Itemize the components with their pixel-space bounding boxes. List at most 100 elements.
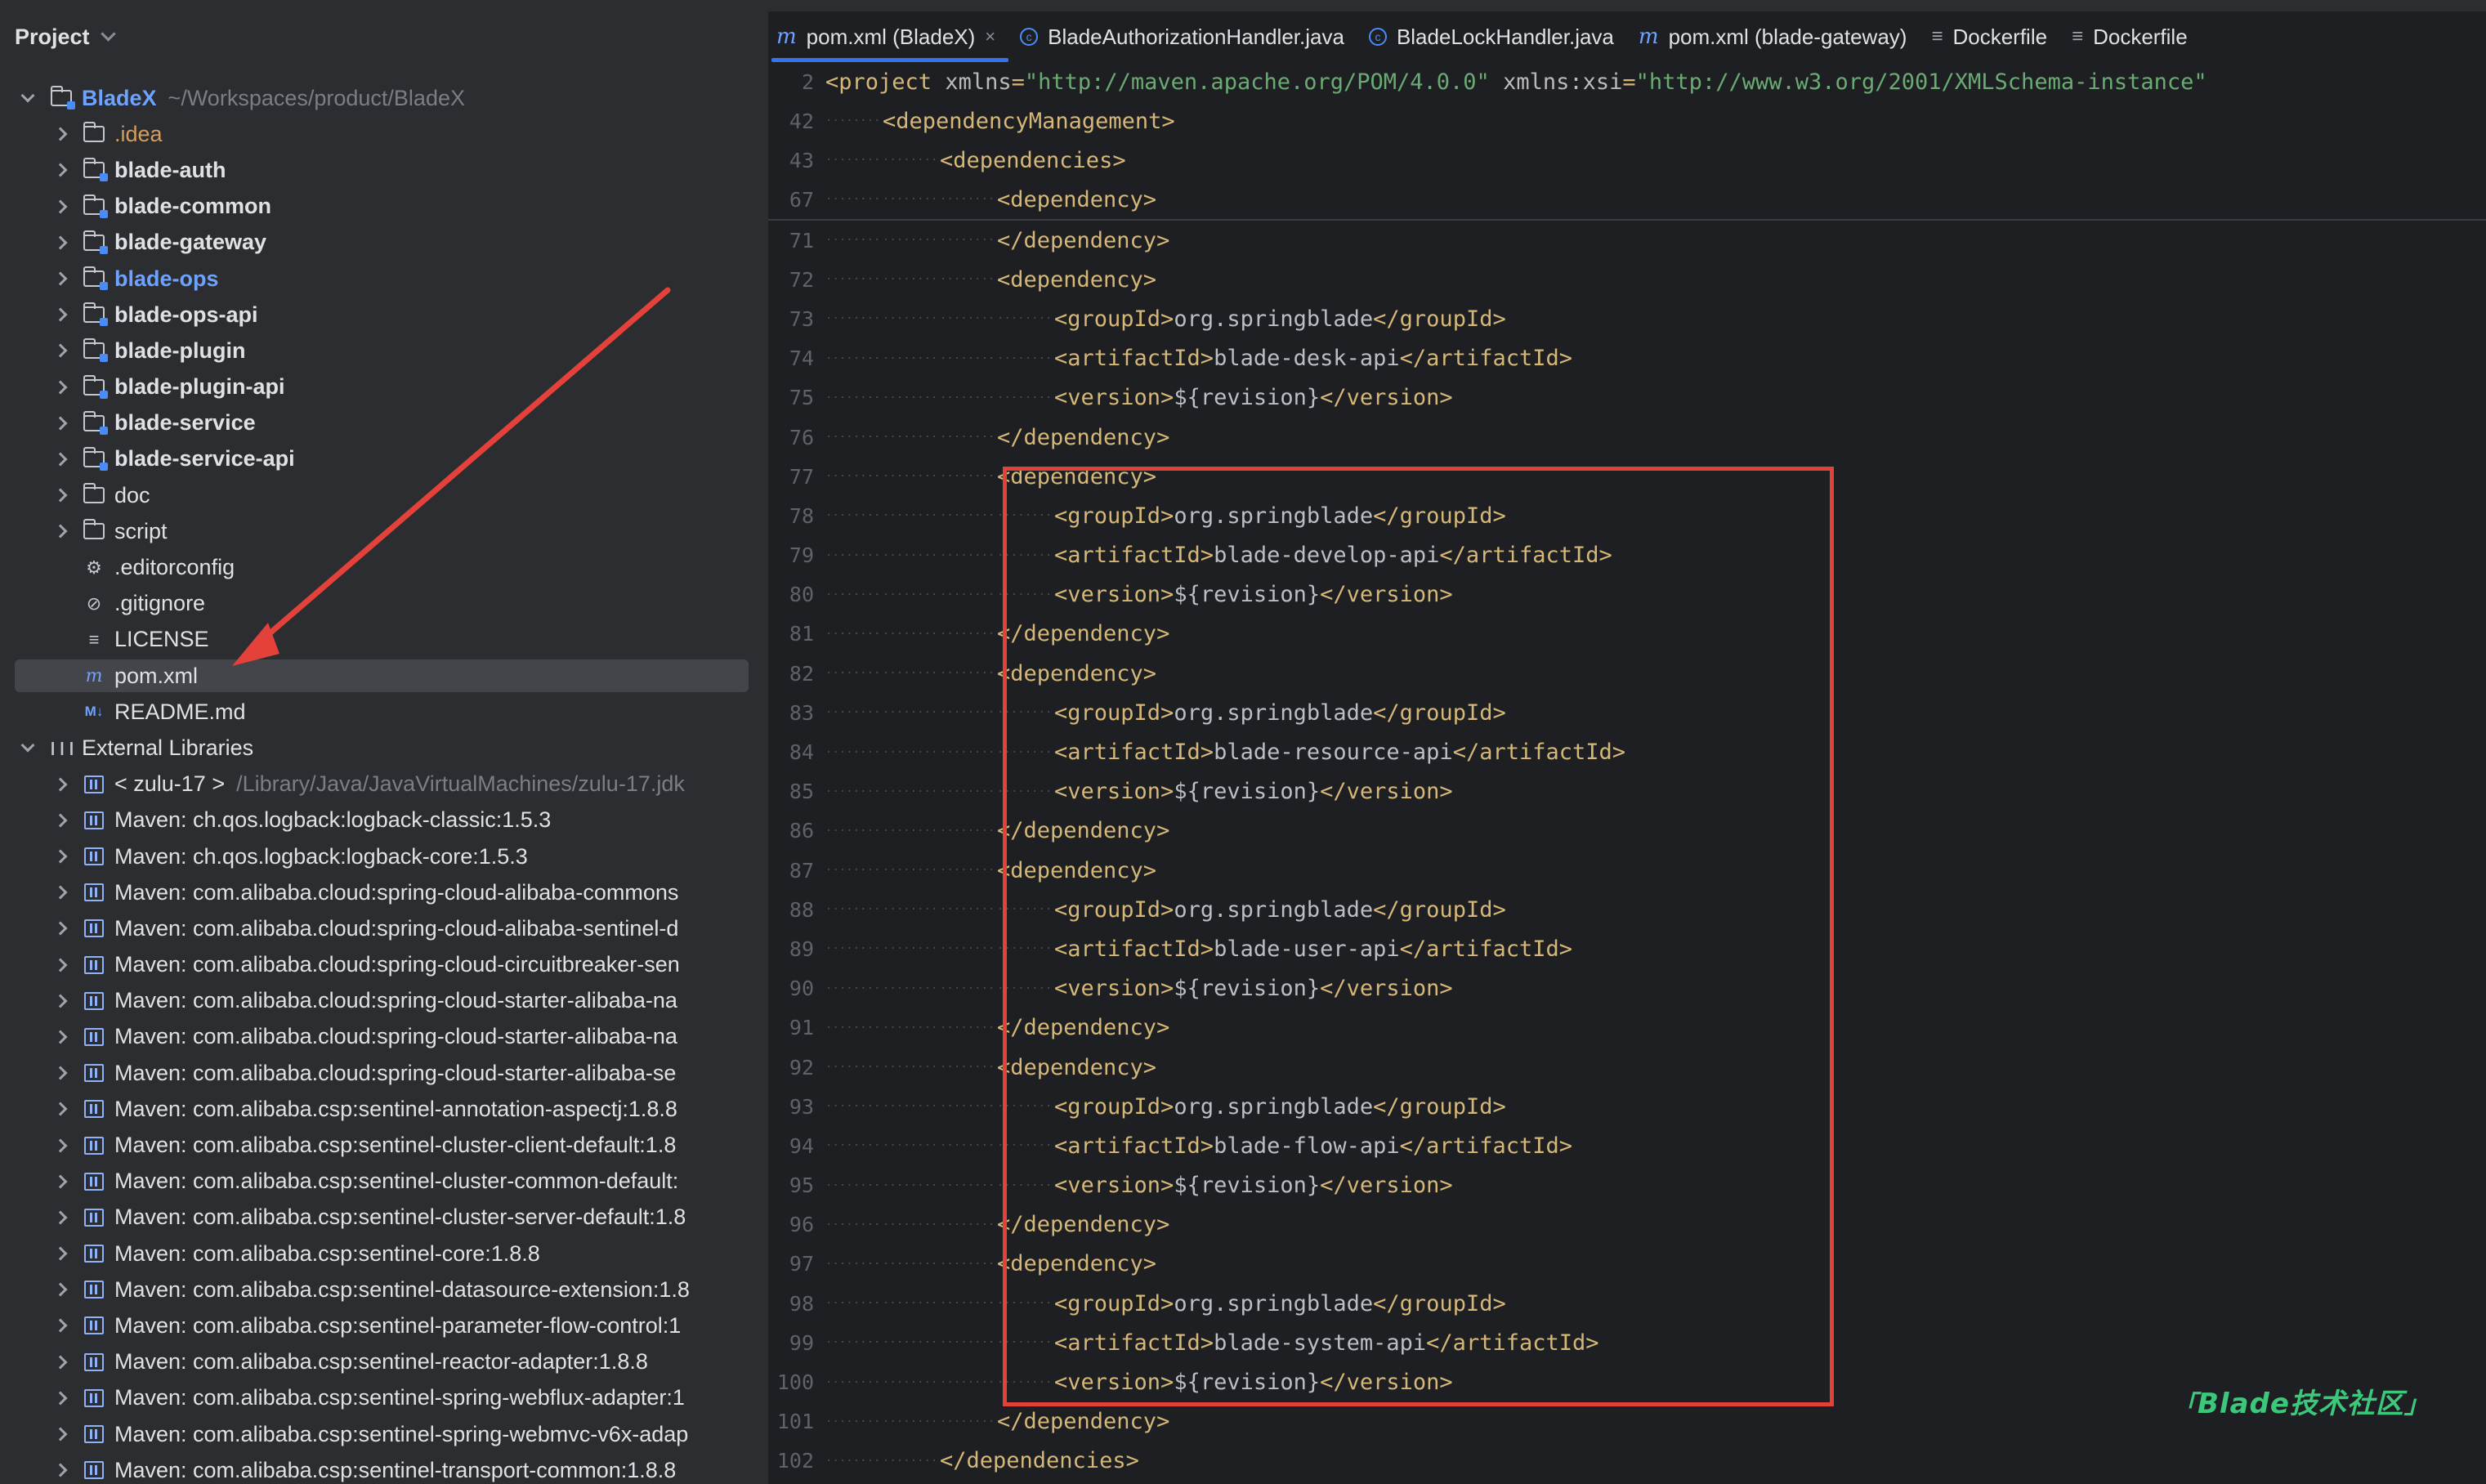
tree-item[interactable]: blade-ops [0,261,768,297]
tree-item[interactable]: .idea [0,116,768,152]
indent-dots: ········ [940,548,995,562]
tree-item[interactable]: Maven: ch.qos.logback:logback-core:1.5.3 [0,838,768,874]
tree-item[interactable]: blade-common [0,189,768,225]
chevron-right-icon[interactable] [51,1136,70,1155]
tree-item[interactable]: Maven: com.alibaba.csp:sentinel-spring-w… [0,1416,768,1452]
chevron-right-icon[interactable] [51,485,70,505]
chevron-right-icon[interactable] [51,955,70,975]
tree-item[interactable]: ⊘ .gitignore [0,586,768,622]
indent-dots: ········ [883,548,938,562]
chevron-right-icon[interactable] [51,1280,70,1299]
chevron-right-icon[interactable] [51,811,70,830]
chevron-right-icon[interactable] [51,341,70,360]
tree-item-path-hint: /Library/Java/JavaVirtualMachines/zulu-1… [236,771,685,797]
tree-item[interactable]: Maven: com.alibaba.csp:sentinel-spring-w… [0,1380,768,1416]
chevron-right-icon[interactable] [51,883,70,902]
tree-item[interactable]: Maven: com.alibaba.csp:sentinel-cluster-… [0,1164,768,1200]
chevron-right-icon[interactable] [51,378,70,397]
chevron-right-icon[interactable] [51,1244,70,1263]
chevron-right-icon[interactable] [51,413,70,433]
tree-item[interactable]: Maven: com.alibaba.csp:sentinel-reactor-… [0,1344,768,1380]
line-number: 98 [789,1291,814,1316]
editor-tab[interactable]: m pom.xml (BladeX) × [768,11,1012,62]
tree-item[interactable]: Maven: com.alibaba.csp:sentinel-paramete… [0,1307,768,1343]
tree-item[interactable]: script [0,513,768,549]
tree-item[interactable]: Maven: com.alibaba.csp:sentinel-annotati… [0,1091,768,1127]
tree-item[interactable]: blade-plugin [0,333,768,369]
tree-item[interactable]: Maven: com.alibaba.csp:sentinel-transpor… [0,1452,768,1484]
chevron-right-icon[interactable] [51,197,70,217]
chevron-right-icon[interactable] [51,1172,70,1191]
editor-tab[interactable]: c BladeAuthorizationHandler.java [1012,11,1361,62]
tree-item[interactable]: ❙❙❙ External Libraries [0,730,768,766]
chevron-right-icon[interactable] [51,1099,70,1119]
editor-tab[interactable]: m pom.xml (blade-gateway) [1630,11,1924,62]
tree-item[interactable]: Maven: com.alibaba.csp:sentinel-core:1.8… [0,1236,768,1272]
project-panel-header[interactable]: Project [0,11,768,62]
chevron-right-icon[interactable] [51,233,70,253]
tree-item[interactable]: Maven: com.alibaba.cloud:spring-cloud-al… [0,910,768,946]
chevron-down-icon[interactable] [18,738,38,758]
line-number: 74 [789,346,814,371]
chevron-right-icon[interactable] [51,449,70,469]
code-line: 76 </dependency> ········ ········ ········ [768,418,2486,457]
editor-tab[interactable]: ≡ Dockerfile [2063,11,2204,62]
code-text: <dependency> [997,187,1156,212]
tree-item-label: Maven: com.alibaba.cloud:spring-cloud-al… [114,915,679,941]
tree-item[interactable]: < zulu-17 > /Library/Java/JavaVirtualMach… [0,767,768,802]
tree-item[interactable]: Maven: com.alibaba.cloud:spring-cloud-al… [0,874,768,910]
tree-item[interactable]: blade-auth [0,152,768,188]
editor-tab[interactable]: ≡ Dockerfile [1923,11,2063,62]
tree-item[interactable]: blade-ops-api [0,297,768,333]
tree-item[interactable]: ⚙ .editorconfig [0,549,768,585]
chevron-right-icon[interactable] [51,919,70,938]
chevron-right-icon[interactable] [51,775,70,794]
tree-item[interactable]: m pom.xml [0,658,768,694]
chevron-right-icon[interactable] [51,1063,70,1083]
chevron-right-icon[interactable] [51,1424,70,1444]
chevron-right-icon[interactable] [51,1208,70,1227]
chevron-right-icon[interactable] [51,160,70,180]
chevron-down-icon[interactable] [18,88,38,108]
chevron-right-icon[interactable] [51,1027,70,1047]
chevron-right-icon[interactable] [51,521,70,541]
chevron-right-icon[interactable] [51,305,70,324]
chevron-right-icon[interactable] [51,1352,70,1372]
tree-item[interactable]: blade-gateway [0,225,768,261]
indent-dots: ········ [940,784,995,798]
editor-tab[interactable]: c BladeLockHandler.java [1361,11,1630,62]
chevron-down-icon[interactable] [100,25,116,42]
chevron-right-icon[interactable] [51,1460,70,1480]
watermark-bracket-close: 」 [2403,1391,2430,1419]
chevron-right-icon[interactable] [51,847,70,866]
line-number: 82 [789,661,814,686]
tree-item[interactable]: Maven: com.alibaba.cloud:spring-cloud-st… [0,1019,768,1055]
tree-item[interactable]: Maven: com.alibaba.cloud:spring-cloud-st… [0,1055,768,1091]
maven-icon: m [85,665,103,686]
tree-item[interactable]: M↓ README.md [0,694,768,730]
tree-item[interactable]: BladeX ~/Workspaces/product/BladeX [0,80,768,116]
tree-item[interactable]: Maven: com.alibaba.cloud:spring-cloud-ci… [0,947,768,983]
tree-item[interactable]: doc [0,477,768,513]
tree-item[interactable]: blade-service-api [0,441,768,477]
tree-item[interactable]: Maven: com.alibaba.csp:sentinel-datasour… [0,1272,768,1307]
chevron-right-icon[interactable] [51,269,70,288]
indent-dots: ········ [883,1139,938,1153]
tree-item[interactable]: Maven: com.alibaba.cloud:spring-cloud-st… [0,983,768,1019]
tree-item[interactable]: blade-plugin-api [0,369,768,405]
tree-item[interactable]: blade-service [0,405,768,441]
chevron-right-icon[interactable] [51,991,70,1011]
tree-item[interactable]: Maven: ch.qos.logback:logback-classic:1.… [0,802,768,838]
tree-item[interactable]: Maven: com.alibaba.csp:sentinel-cluster-… [0,1200,768,1236]
tree-item[interactable]: ≡ LICENSE [0,622,768,658]
close-icon[interactable]: × [985,26,995,47]
tree-item-label: .gitignore [114,591,206,616]
indent-dots: ········ [883,981,938,995]
indent-dots: ········ [825,1100,881,1114]
chevron-right-icon[interactable] [51,1316,70,1335]
tree-item-label: blade-plugin-api [114,374,285,400]
chevron-right-icon[interactable] [51,1388,70,1408]
chevron-right-icon[interactable] [51,124,70,144]
tree-item[interactable]: Maven: com.alibaba.csp:sentinel-cluster-… [0,1127,768,1163]
